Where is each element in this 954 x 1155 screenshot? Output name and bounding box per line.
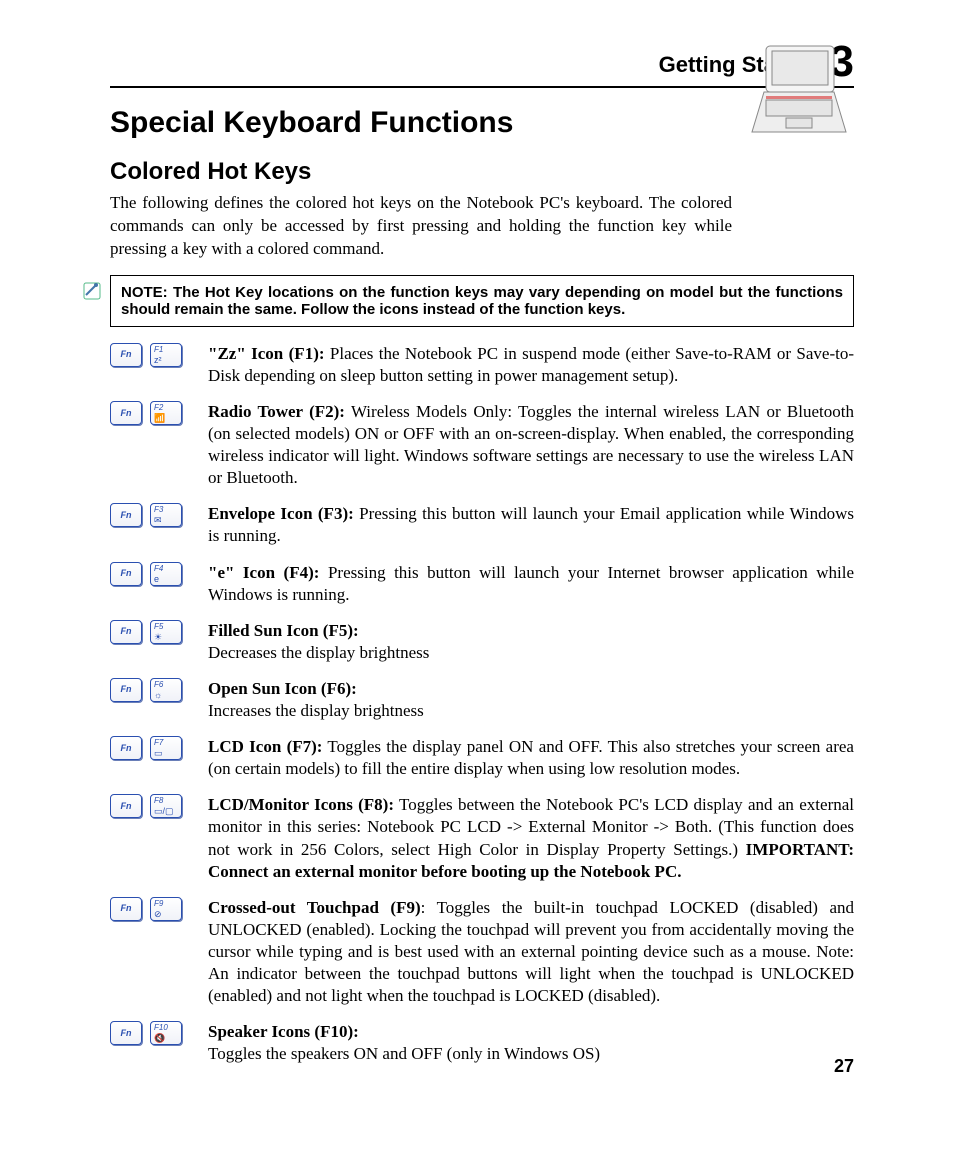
- hotkey-keys: Fn F10 🔇: [110, 1021, 198, 1045]
- hotkey-keys: Fn F1 z²: [110, 343, 198, 367]
- hotkey-row: Fn F4 e "e" Icon (F4): Pressing this button…: [110, 562, 854, 606]
- hotkey-list: Fn F1 z² "Zz" Icon (F1): Places the Noteboo…: [110, 343, 854, 1066]
- function-key-label: F1: [154, 346, 163, 354]
- fn-key-icon: Fn: [110, 794, 142, 818]
- hotkey-keys: Fn F6 ☼: [110, 678, 198, 702]
- hotkey-body: Decreases the display brightness: [208, 643, 429, 662]
- hotkey-title: "e" Icon (F4):: [208, 563, 319, 582]
- function-key-glyph: ⊘: [154, 910, 162, 919]
- page-title: Special Keyboard Functions: [110, 106, 732, 140]
- function-key-label: F9: [154, 900, 163, 908]
- hotkey-title: Speaker Icons (F10):: [208, 1022, 359, 1041]
- hotkey-title: Radio Tower (F2):: [208, 402, 345, 421]
- fn-key-icon: Fn: [110, 401, 142, 425]
- hotkey-body: Toggles the speakers ON and OFF (only in…: [208, 1044, 600, 1063]
- function-key-glyph: 📶: [154, 414, 165, 423]
- function-key-glyph: z²: [154, 356, 162, 365]
- function-key-icon: F8 ▭/▢: [150, 794, 182, 818]
- hotkey-description: LCD Icon (F7): Toggles the display panel…: [208, 736, 854, 780]
- hotkey-body: Increases the display brightness: [208, 701, 424, 720]
- function-key-glyph: ✉: [154, 516, 162, 525]
- function-key-icon: F4 e: [150, 562, 182, 586]
- hotkey-description: "Zz" Icon (F1): Places the Notebook PC i…: [208, 343, 854, 387]
- function-key-icon: F10 🔇: [150, 1021, 182, 1045]
- hotkey-description: Speaker Icons (F10): Toggles the speakers…: [208, 1021, 854, 1065]
- hotkey-keys: Fn F5 ☀: [110, 620, 198, 644]
- function-key-label: F2: [154, 404, 163, 412]
- hotkey-keys: Fn F7 ▭: [110, 736, 198, 760]
- fn-key-icon: Fn: [110, 343, 142, 367]
- hotkey-title: Filled Sun Icon (F5):: [208, 621, 359, 640]
- intro-row: Special Keyboard Functions Colored Hot K…: [110, 88, 854, 261]
- function-key-label: F3: [154, 506, 163, 514]
- function-key-icon: F9 ⊘: [150, 897, 182, 921]
- hotkey-keys: Fn F3 ✉: [110, 503, 198, 527]
- hotkey-title: Envelope Icon (F3):: [208, 504, 354, 523]
- hotkey-title: Crossed-out Touchpad (F9): [208, 898, 421, 917]
- function-key-icon: F2 📶: [150, 401, 182, 425]
- fn-key-icon: Fn: [110, 736, 142, 760]
- fn-key-icon: Fn: [110, 897, 142, 921]
- hotkey-description: Radio Tower (F2): Wireless Models Only: …: [208, 401, 854, 489]
- hotkey-keys: Fn F9 ⊘: [110, 897, 198, 921]
- page-subtitle: Colored Hot Keys: [110, 158, 732, 186]
- fn-key-icon: Fn: [110, 678, 142, 702]
- function-key-glyph: e: [154, 575, 159, 584]
- hotkey-row: Fn F9 ⊘ Crossed-out Touchpad (F9): Toggles …: [110, 897, 854, 1007]
- fn-key-icon: Fn: [110, 562, 142, 586]
- hotkey-description: Envelope Icon (F3): Pressing this button…: [208, 503, 854, 547]
- laptop-illustration: [744, 40, 854, 145]
- header: Getting Started 3: [110, 40, 854, 88]
- hotkey-row: Fn F5 ☀ Filled Sun Icon (F5): Decreases the …: [110, 620, 854, 664]
- function-key-icon: F3 ✉: [150, 503, 182, 527]
- fn-key-icon: Fn: [110, 1021, 142, 1045]
- intro-text: The following defines the colored hot ke…: [110, 192, 732, 261]
- hotkey-description: LCD/Monitor Icons (F8): Toggles between …: [208, 794, 854, 882]
- hotkey-title: LCD/Monitor Icons (F8):: [208, 795, 394, 814]
- function-key-glyph: 🔇: [154, 1034, 165, 1043]
- function-key-label: F5: [154, 623, 163, 631]
- hotkey-description: Filled Sun Icon (F5): Decreases the displ…: [208, 620, 854, 664]
- fn-key-icon: Fn: [110, 620, 142, 644]
- function-key-label: F6: [154, 681, 163, 689]
- function-key-glyph: ☀: [154, 633, 162, 642]
- function-key-label: F7: [154, 739, 163, 747]
- function-key-label: F10: [154, 1024, 168, 1032]
- hotkey-description: Crossed-out Touchpad (F9): Toggles the b…: [208, 897, 854, 1007]
- note-icon: [83, 282, 101, 304]
- hotkey-row: Fn F10 🔇 Speaker Icons (F10): Toggles the sp…: [110, 1021, 854, 1065]
- function-key-glyph: ▭/▢: [154, 807, 174, 816]
- hotkey-description: "e" Icon (F4): Pressing this button will…: [208, 562, 854, 606]
- function-key-glyph: ☼: [154, 691, 162, 700]
- note-text: NOTE: The Hot Key locations on the funct…: [121, 284, 843, 318]
- function-key-label: F4: [154, 565, 163, 573]
- function-key-icon: F5 ☀: [150, 620, 182, 644]
- function-key-glyph: ▭: [154, 749, 163, 758]
- hotkey-keys: Fn F2 📶: [110, 401, 198, 425]
- hotkey-row: Fn F8 ▭/▢ LCD/Monitor Icons (F8): Toggles b…: [110, 794, 854, 882]
- hotkey-keys: Fn F4 e: [110, 562, 198, 586]
- page-number: 27: [834, 1056, 854, 1077]
- function-key-icon: F7 ▭: [150, 736, 182, 760]
- hotkey-title: LCD Icon (F7):: [208, 737, 322, 756]
- hotkey-row: Fn F1 z² "Zz" Icon (F1): Places the Noteboo…: [110, 343, 854, 387]
- page: Getting Started 3 Special Keyboard Funct…: [0, 0, 954, 1155]
- hotkey-keys: Fn F8 ▭/▢: [110, 794, 198, 818]
- function-key-label: F8: [154, 797, 163, 805]
- hotkey-title: "Zz" Icon (F1):: [208, 344, 325, 363]
- hotkey-title: Open Sun Icon (F6):: [208, 679, 357, 698]
- note-box: NOTE: The Hot Key locations on the funct…: [110, 275, 854, 327]
- hotkey-row: Fn F3 ✉ Envelope Icon (F3): Pressing this b…: [110, 503, 854, 547]
- fn-key-icon: Fn: [110, 503, 142, 527]
- hotkey-row: Fn F2 📶 Radio Tower (F2): Wireless Models O…: [110, 401, 854, 489]
- hotkey-row: Fn F6 ☼ Open Sun Icon (F6): Increases the di…: [110, 678, 854, 722]
- hotkey-row: Fn F7 ▭ LCD Icon (F7): Toggles the display …: [110, 736, 854, 780]
- hotkey-description: Open Sun Icon (F6): Increases the display…: [208, 678, 854, 722]
- function-key-icon: F6 ☼: [150, 678, 182, 702]
- function-key-icon: F1 z²: [150, 343, 182, 367]
